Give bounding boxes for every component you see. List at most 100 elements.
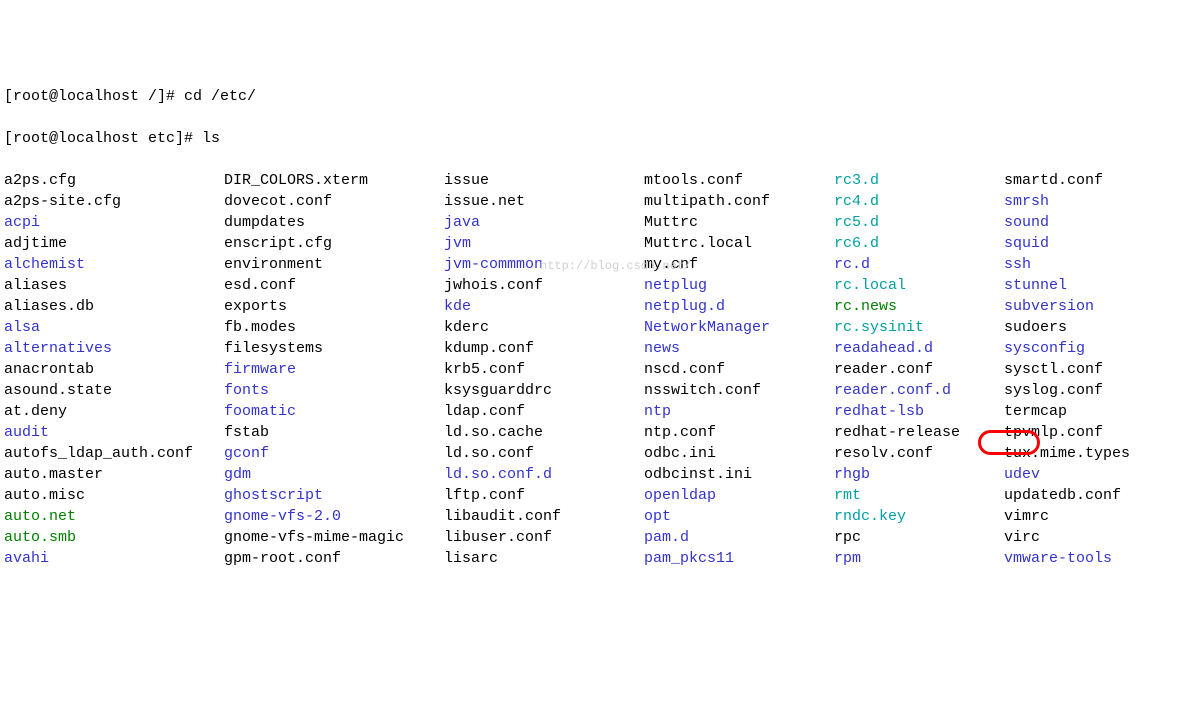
file-entry: issue bbox=[444, 170, 644, 191]
file-entry: nsswitch.conf bbox=[644, 380, 834, 401]
file-entry: rc.local bbox=[834, 275, 1004, 296]
file-entry: pam.d bbox=[644, 527, 834, 548]
file-entry: ntp.conf bbox=[644, 422, 834, 443]
file-entry: syslog.conf bbox=[1004, 380, 1180, 401]
file-entry: rpc bbox=[834, 527, 1004, 548]
file-entry: lisarc bbox=[444, 548, 644, 569]
ls-output-grid: a2ps.cfgDIR_COLORS.xtermissuemtools.conf… bbox=[4, 170, 1180, 569]
file-entry: gnome-vfs-2.0 bbox=[224, 506, 444, 527]
file-entry: sysconfig bbox=[1004, 338, 1180, 359]
file-entry: dovecot.conf bbox=[224, 191, 444, 212]
file-entry: reader.conf.d bbox=[834, 380, 1004, 401]
file-entry: readahead.d bbox=[834, 338, 1004, 359]
file-entry: kde bbox=[444, 296, 644, 317]
file-entry: enscript.cfg bbox=[224, 233, 444, 254]
file-entry: exports bbox=[224, 296, 444, 317]
file-entry: tux.mime.types bbox=[1004, 443, 1180, 464]
file-entry: Muttrc bbox=[644, 212, 834, 233]
file-entry: ld.so.conf bbox=[444, 443, 644, 464]
file-entry: ghostscript bbox=[224, 485, 444, 506]
terminal-prompt-line2: [root@localhost etc]# ls bbox=[4, 128, 1180, 149]
file-entry: alsa bbox=[4, 317, 224, 338]
file-entry: java bbox=[444, 212, 644, 233]
file-entry: rc5.d bbox=[834, 212, 1004, 233]
file-entry: fstab bbox=[224, 422, 444, 443]
file-entry: rc.news bbox=[834, 296, 1004, 317]
file-entry: aliases.db bbox=[4, 296, 224, 317]
file-entry: a2ps.cfg bbox=[4, 170, 224, 191]
file-entry: rc6.d bbox=[834, 233, 1004, 254]
file-entry: fonts bbox=[224, 380, 444, 401]
file-entry: sound bbox=[1004, 212, 1180, 233]
file-entry: udev bbox=[1004, 464, 1180, 485]
file-entry: alchemist bbox=[4, 254, 224, 275]
file-entry: redhat-lsb bbox=[834, 401, 1004, 422]
file-entry: auto.misc bbox=[4, 485, 224, 506]
file-entry: ld.so.conf.d bbox=[444, 464, 644, 485]
file-entry: rc3.d bbox=[834, 170, 1004, 191]
file-entry: jwhois.conf bbox=[444, 275, 644, 296]
file-entry: rndc.key bbox=[834, 506, 1004, 527]
file-entry: asound.state bbox=[4, 380, 224, 401]
file-entry: netplug.d bbox=[644, 296, 834, 317]
file-entry: NetworkManager bbox=[644, 317, 834, 338]
file-entry: a2ps-site.cfg bbox=[4, 191, 224, 212]
file-entry: auto.master bbox=[4, 464, 224, 485]
file-entry: my.cnf bbox=[644, 254, 834, 275]
file-entry: squid bbox=[1004, 233, 1180, 254]
file-entry: alternatives bbox=[4, 338, 224, 359]
file-entry: jvm-commmon bbox=[444, 254, 644, 275]
file-entry: rc.sysinit bbox=[834, 317, 1004, 338]
file-entry: libuser.conf bbox=[444, 527, 644, 548]
file-entry: gnome-vfs-mime-magic bbox=[224, 527, 444, 548]
file-entry: krb5.conf bbox=[444, 359, 644, 380]
file-entry: openldap bbox=[644, 485, 834, 506]
file-entry: gpm-root.conf bbox=[224, 548, 444, 569]
file-entry: rhgb bbox=[834, 464, 1004, 485]
file-entry: termcap bbox=[1004, 401, 1180, 422]
file-entry: subversion bbox=[1004, 296, 1180, 317]
file-entry: nscd.conf bbox=[644, 359, 834, 380]
file-entry: jvm bbox=[444, 233, 644, 254]
file-entry: rmt bbox=[834, 485, 1004, 506]
file-entry: adjtime bbox=[4, 233, 224, 254]
file-entry: esd.conf bbox=[224, 275, 444, 296]
file-entry: DIR_COLORS.xterm bbox=[224, 170, 444, 191]
file-entry: firmware bbox=[224, 359, 444, 380]
file-entry: stunnel bbox=[1004, 275, 1180, 296]
file-entry: resolv.conf bbox=[834, 443, 1004, 464]
file-entry: virc bbox=[1004, 527, 1180, 548]
file-entry: netplug bbox=[644, 275, 834, 296]
terminal-prompt-line1: [root@localhost /]# cd /etc/ bbox=[4, 86, 1180, 107]
file-entry: updatedb.conf bbox=[1004, 485, 1180, 506]
file-entry: ssh bbox=[1004, 254, 1180, 275]
file-entry: mtools.conf bbox=[644, 170, 834, 191]
file-entry: aliases bbox=[4, 275, 224, 296]
file-entry: filesystems bbox=[224, 338, 444, 359]
file-entry: multipath.conf bbox=[644, 191, 834, 212]
file-entry: libaudit.conf bbox=[444, 506, 644, 527]
file-entry: auto.smb bbox=[4, 527, 224, 548]
file-entry: smrsh bbox=[1004, 191, 1180, 212]
file-entry: ksysguarddrc bbox=[444, 380, 644, 401]
file-entry: vimrc bbox=[1004, 506, 1180, 527]
file-entry: ld.so.cache bbox=[444, 422, 644, 443]
file-entry: rc4.d bbox=[834, 191, 1004, 212]
file-entry: audit bbox=[4, 422, 224, 443]
file-entry: odbcinst.ini bbox=[644, 464, 834, 485]
file-entry: sudoers bbox=[1004, 317, 1180, 338]
file-entry: auto.net bbox=[4, 506, 224, 527]
file-entry: sysctl.conf bbox=[1004, 359, 1180, 380]
file-entry: foomatic bbox=[224, 401, 444, 422]
file-entry: tpvmlp.conf bbox=[1004, 422, 1180, 443]
file-entry: smartd.conf bbox=[1004, 170, 1180, 191]
file-entry: lftp.conf bbox=[444, 485, 644, 506]
file-entry: news bbox=[644, 338, 834, 359]
file-entry: dumpdates bbox=[224, 212, 444, 233]
file-entry: odbc.ini bbox=[644, 443, 834, 464]
file-entry: gconf bbox=[224, 443, 444, 464]
file-entry: pam_pkcs11 bbox=[644, 548, 834, 569]
file-entry: gdm bbox=[224, 464, 444, 485]
file-entry: rc.d bbox=[834, 254, 1004, 275]
file-entry: at.deny bbox=[4, 401, 224, 422]
